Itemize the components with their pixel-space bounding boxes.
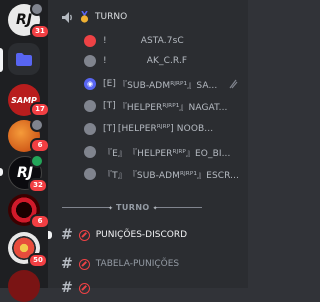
badge-count: 6 bbox=[30, 214, 50, 229]
text-channel-tabela-punicoes[interactable]: # TABELA-PUNIÇÕES bbox=[48, 255, 248, 273]
voice-member[interactable]: [T] 『HELPERᴿᴶᴿᴾ¹』NAGAT... bbox=[48, 97, 248, 115]
voice-member[interactable]: ! ASTA.7sC bbox=[48, 32, 248, 50]
status-icon bbox=[30, 118, 44, 132]
member-name: 『HELPERᴿᴶᴿᴾ¹』NAGAT... bbox=[117, 102, 228, 113]
member-name: 『HELPERᴿᴶᴿᴾ』EO_BI... bbox=[128, 148, 231, 159]
no-entry-icon bbox=[78, 258, 90, 270]
status-icon bbox=[30, 2, 44, 16]
member-prefix: ! bbox=[103, 36, 107, 46]
channel-label: TABELA-PUNIÇÕES bbox=[95, 259, 180, 269]
speaker-icon bbox=[62, 11, 74, 23]
voice-channel-label: TURNO bbox=[95, 12, 128, 22]
member-name: AK_C.R.F bbox=[146, 56, 188, 66]
avatar bbox=[84, 100, 96, 112]
avatar bbox=[84, 123, 96, 135]
unread-indicator bbox=[0, 168, 3, 176]
member-name: 『SUB-ADMᴿᴶᴿᴾ¹』SA... bbox=[118, 80, 218, 91]
voice-member[interactable]: 『E』 『HELPERᴿᴶᴿᴾ』EO_BI... bbox=[48, 143, 248, 161]
voice-member[interactable]: [T] [HELPERᴿᴶᴿᴾ] NOOB... bbox=[48, 120, 248, 138]
member-prefix: [E] bbox=[103, 79, 117, 89]
medal-icon bbox=[80, 11, 89, 23]
avatar bbox=[84, 35, 96, 47]
text-channel-punicoes-discord[interactable]: # PUNIÇÕES-DISCORD bbox=[48, 226, 248, 244]
no-entry-icon bbox=[78, 282, 90, 294]
right-edge bbox=[248, 0, 288, 288]
folder-icon[interactable] bbox=[8, 43, 40, 75]
badge-count: 32 bbox=[28, 178, 48, 193]
muted-icon bbox=[228, 79, 238, 89]
server-label: RJ bbox=[16, 12, 32, 28]
member-prefix: 『E』 bbox=[103, 148, 127, 159]
category-label: TURNO bbox=[116, 202, 150, 212]
member-name: ASTA.7sC bbox=[140, 36, 184, 46]
voice-channel-turno[interactable]: TURNO bbox=[48, 8, 248, 26]
hashtag-icon: # bbox=[61, 280, 73, 296]
member-name: 『SUB-ADMᴿᴶᴿᴾ¹』ESCR... bbox=[127, 170, 240, 181]
hashtag-icon: # bbox=[61, 227, 73, 243]
text-channel-partial[interactable]: # bbox=[48, 279, 248, 297]
status-icon bbox=[30, 154, 44, 168]
voice-member[interactable]: ◉ [E] 『SUB-ADMᴿᴶᴿᴾ¹』SA... bbox=[48, 75, 248, 93]
member-name: [HELPERᴿᴶᴿᴾ] NOOB... bbox=[117, 124, 214, 134]
divider-right: ✦ bbox=[153, 205, 202, 212]
discord-avatar-icon: ◉ bbox=[84, 78, 96, 90]
badge-count: 50 bbox=[28, 253, 48, 268]
server-bottom[interactable] bbox=[8, 270, 40, 302]
member-prefix: 『T』 bbox=[103, 170, 127, 181]
avatar bbox=[84, 146, 96, 158]
divider-left: ✦ bbox=[62, 205, 113, 212]
no-entry-icon bbox=[78, 229, 90, 241]
selection-indicator bbox=[0, 48, 3, 72]
category-turno[interactable]: ✦ TURNO ✦ bbox=[48, 198, 248, 216]
member-prefix: [T] bbox=[103, 124, 116, 134]
member-prefix: ! bbox=[103, 56, 107, 66]
folder-glyph-icon bbox=[16, 52, 32, 66]
voice-member[interactable]: ! AK_C.R.F bbox=[48, 52, 248, 70]
badge-count: 17 bbox=[30, 102, 50, 117]
member-prefix: [T] bbox=[103, 101, 116, 111]
avatar bbox=[84, 55, 96, 67]
badge-count: 31 bbox=[30, 24, 50, 39]
avatar bbox=[84, 168, 96, 180]
channel-label: PUNIÇÕES-DISCORD bbox=[95, 230, 187, 240]
badge-count: 6 bbox=[30, 138, 50, 153]
voice-member[interactable]: 『T』 『SUB-ADMᴿᴶᴿᴾ¹』ESCR... bbox=[48, 165, 248, 183]
hashtag-icon: # bbox=[61, 256, 73, 272]
server-rail: RJ 31 SAMP 17 6 RJ 32 6 50 bbox=[0, 0, 50, 302]
